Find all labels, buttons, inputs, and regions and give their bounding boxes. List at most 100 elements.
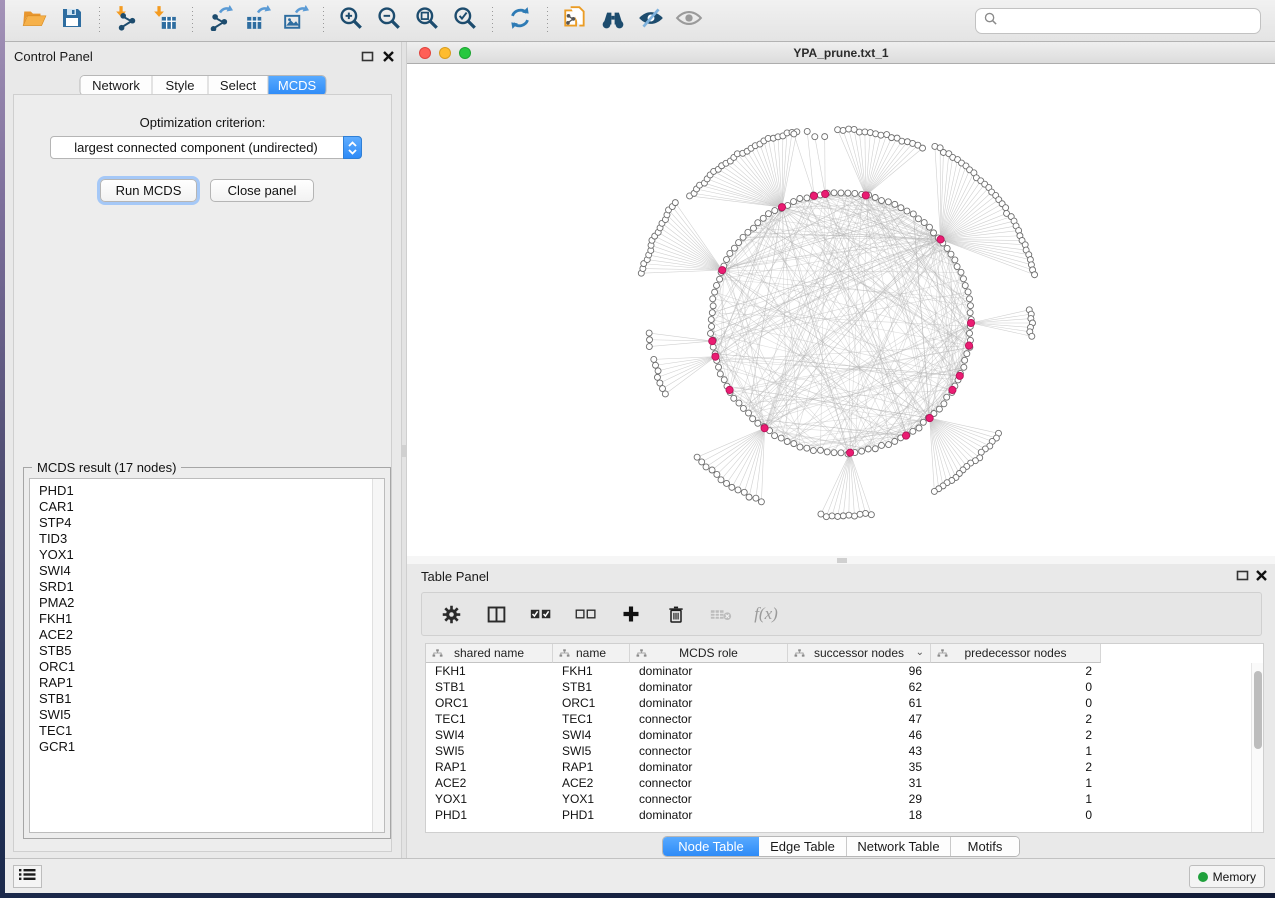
- mcds-result-item[interactable]: TEC1: [39, 723, 384, 739]
- cell-successor-nodes: 35: [788, 760, 931, 774]
- optimization-criterion-label: Optimization criterion:: [14, 115, 391, 130]
- tab-mcds[interactable]: MCDS: [269, 76, 326, 95]
- control-panel-title: Control Panel: [14, 49, 93, 64]
- mcds-result-item[interactable]: FKH1: [39, 611, 384, 627]
- run-mcds-button[interactable]: Run MCDS: [100, 179, 197, 202]
- split-columns-button[interactable]: [485, 603, 507, 625]
- cell-shared-name: RAP1: [426, 760, 553, 774]
- table-row[interactable]: SWI4SWI4dominator462: [426, 727, 1263, 743]
- cell-successor-nodes: 18: [788, 808, 931, 822]
- zoom-in-button[interactable]: [334, 4, 368, 38]
- table-row[interactable]: YOX1YOX1connector291: [426, 791, 1263, 807]
- column-header-shared-name[interactable]: shared name: [426, 644, 553, 663]
- tab-style[interactable]: Style: [153, 76, 209, 95]
- float-panel-icon[interactable]: [1236, 569, 1249, 582]
- zoom-fit-button[interactable]: [410, 4, 444, 38]
- node-table[interactable]: shared namenameMCDS rolesuccessor nodes⌄…: [425, 643, 1264, 833]
- refresh-layout-button[interactable]: [503, 4, 537, 38]
- optimization-criterion-select[interactable]: largest connected component (undirected): [50, 136, 362, 159]
- mcds-result-item[interactable]: GCR1: [39, 739, 384, 755]
- hide-selected-button[interactable]: [634, 4, 668, 38]
- column-header-MCDS-role[interactable]: MCDS role: [630, 644, 788, 663]
- cell-MCDS-role: dominator: [630, 760, 788, 774]
- cell-name: YOX1: [553, 792, 630, 806]
- table-row[interactable]: RAP1RAP1dominator352: [426, 759, 1263, 775]
- cytoscape-window: Control Panel NetworkStyleSelectMCDS Opt…: [5, 0, 1275, 893]
- column-header-name[interactable]: name: [553, 644, 630, 663]
- divider-grabber[interactable]: [402, 445, 406, 457]
- tab-motifs[interactable]: Motifs: [951, 837, 1019, 856]
- export-image-button[interactable]: [279, 4, 313, 38]
- table-settings-button[interactable]: [440, 603, 462, 625]
- memory-button[interactable]: Memory: [1189, 865, 1265, 888]
- mcds-result-item[interactable]: STP4: [39, 515, 384, 531]
- close-panel-icon[interactable]: [382, 50, 395, 63]
- show-all-button[interactable]: [672, 4, 706, 38]
- mcds-list-scrollbar[interactable]: [372, 479, 384, 832]
- cell-MCDS-role: dominator: [630, 696, 788, 710]
- export-network-button[interactable]: [203, 4, 237, 38]
- export-table-button[interactable]: [241, 4, 275, 38]
- zoom-out-button[interactable]: [372, 4, 406, 38]
- mcds-result-list[interactable]: PHD1CAR1STP4TID3YOX1SWI4SRD1PMA2FKH1ACE2…: [29, 478, 385, 833]
- import-table-icon: [152, 5, 178, 36]
- tab-edge-table[interactable]: Edge Table: [759, 837, 847, 856]
- import-network-button[interactable]: [110, 4, 144, 38]
- mcds-result-item[interactable]: TID3: [39, 531, 384, 547]
- tab-node-table[interactable]: Node Table: [663, 837, 759, 856]
- delete-column-button[interactable]: [665, 603, 687, 625]
- open-folder-icon: [21, 5, 47, 36]
- cell-MCDS-role: dominator: [630, 680, 788, 694]
- divider-grabber[interactable]: [837, 558, 847, 563]
- mcds-result-item[interactable]: STB5: [39, 643, 384, 659]
- scrollbar-thumb[interactable]: [1254, 671, 1262, 749]
- search-field-wrap: [975, 8, 1261, 34]
- tab-network[interactable]: Network: [81, 76, 153, 95]
- mcds-result-item[interactable]: PHD1: [39, 483, 384, 499]
- mcds-result-item[interactable]: ORC1: [39, 659, 384, 675]
- network-window-title: YPA_prune.txt_1: [407, 46, 1275, 60]
- network-window-titlebar[interactable]: YPA_prune.txt_1: [407, 42, 1275, 64]
- table-row[interactable]: PHD1PHD1dominator180: [426, 807, 1263, 823]
- tab-network-table[interactable]: Network Table: [847, 837, 951, 856]
- select-all-button[interactable]: [530, 603, 552, 625]
- table-row[interactable]: SWI5SWI5connector431: [426, 743, 1263, 759]
- network-canvas[interactable]: [407, 64, 1275, 556]
- mcds-result-item[interactable]: PMA2: [39, 595, 384, 611]
- mcds-result-item[interactable]: STB1: [39, 691, 384, 707]
- close-panel-icon[interactable]: [1255, 569, 1268, 582]
- open-session-button[interactable]: [17, 4, 51, 38]
- table-scrollbar[interactable]: [1251, 663, 1263, 832]
- cell-name: TEC1: [553, 712, 630, 726]
- search-input[interactable]: [998, 11, 1260, 31]
- table-row[interactable]: FKH1FKH1dominator962: [426, 663, 1263, 679]
- close-mcds-panel-button[interactable]: Close panel: [210, 179, 314, 202]
- cell-shared-name: STB1: [426, 680, 553, 694]
- table-row[interactable]: STB1STB1dominator620: [426, 679, 1263, 695]
- task-history-button[interactable]: [13, 865, 42, 888]
- zoom-selected-button[interactable]: [448, 4, 482, 38]
- mcds-result-item[interactable]: SWI4: [39, 563, 384, 579]
- float-panel-icon[interactable]: [361, 50, 374, 63]
- table-row[interactable]: ORC1ORC1dominator610: [426, 695, 1263, 711]
- first-neighbors-button[interactable]: [596, 4, 630, 38]
- save-session-button[interactable]: [55, 4, 89, 38]
- mcds-result-item[interactable]: RAP1: [39, 675, 384, 691]
- add-column-button[interactable]: [620, 603, 642, 625]
- table-row[interactable]: ACE2ACE2connector311: [426, 775, 1263, 791]
- mcds-result-item[interactable]: CAR1: [39, 499, 384, 515]
- table-row[interactable]: TEC1TEC1connector472: [426, 711, 1263, 727]
- column-header-successor-nodes[interactable]: successor nodes⌄: [788, 644, 931, 663]
- mcds-result-item[interactable]: SWI5: [39, 707, 384, 723]
- cell-successor-nodes: 61: [788, 696, 931, 710]
- mcds-result-item[interactable]: ACE2: [39, 627, 384, 643]
- column-header-predecessor-nodes[interactable]: predecessor nodes: [931, 644, 1101, 663]
- network-graph[interactable]: [407, 64, 1275, 556]
- mcds-result-item[interactable]: SRD1: [39, 579, 384, 595]
- deselect-all-button[interactable]: [575, 603, 597, 625]
- import-table-button[interactable]: [148, 4, 182, 38]
- tab-select[interactable]: Select: [209, 76, 269, 95]
- horizontal-split-divider[interactable]: [407, 556, 1275, 564]
- clone-network-button[interactable]: [558, 4, 592, 38]
- mcds-result-item[interactable]: YOX1: [39, 547, 384, 563]
